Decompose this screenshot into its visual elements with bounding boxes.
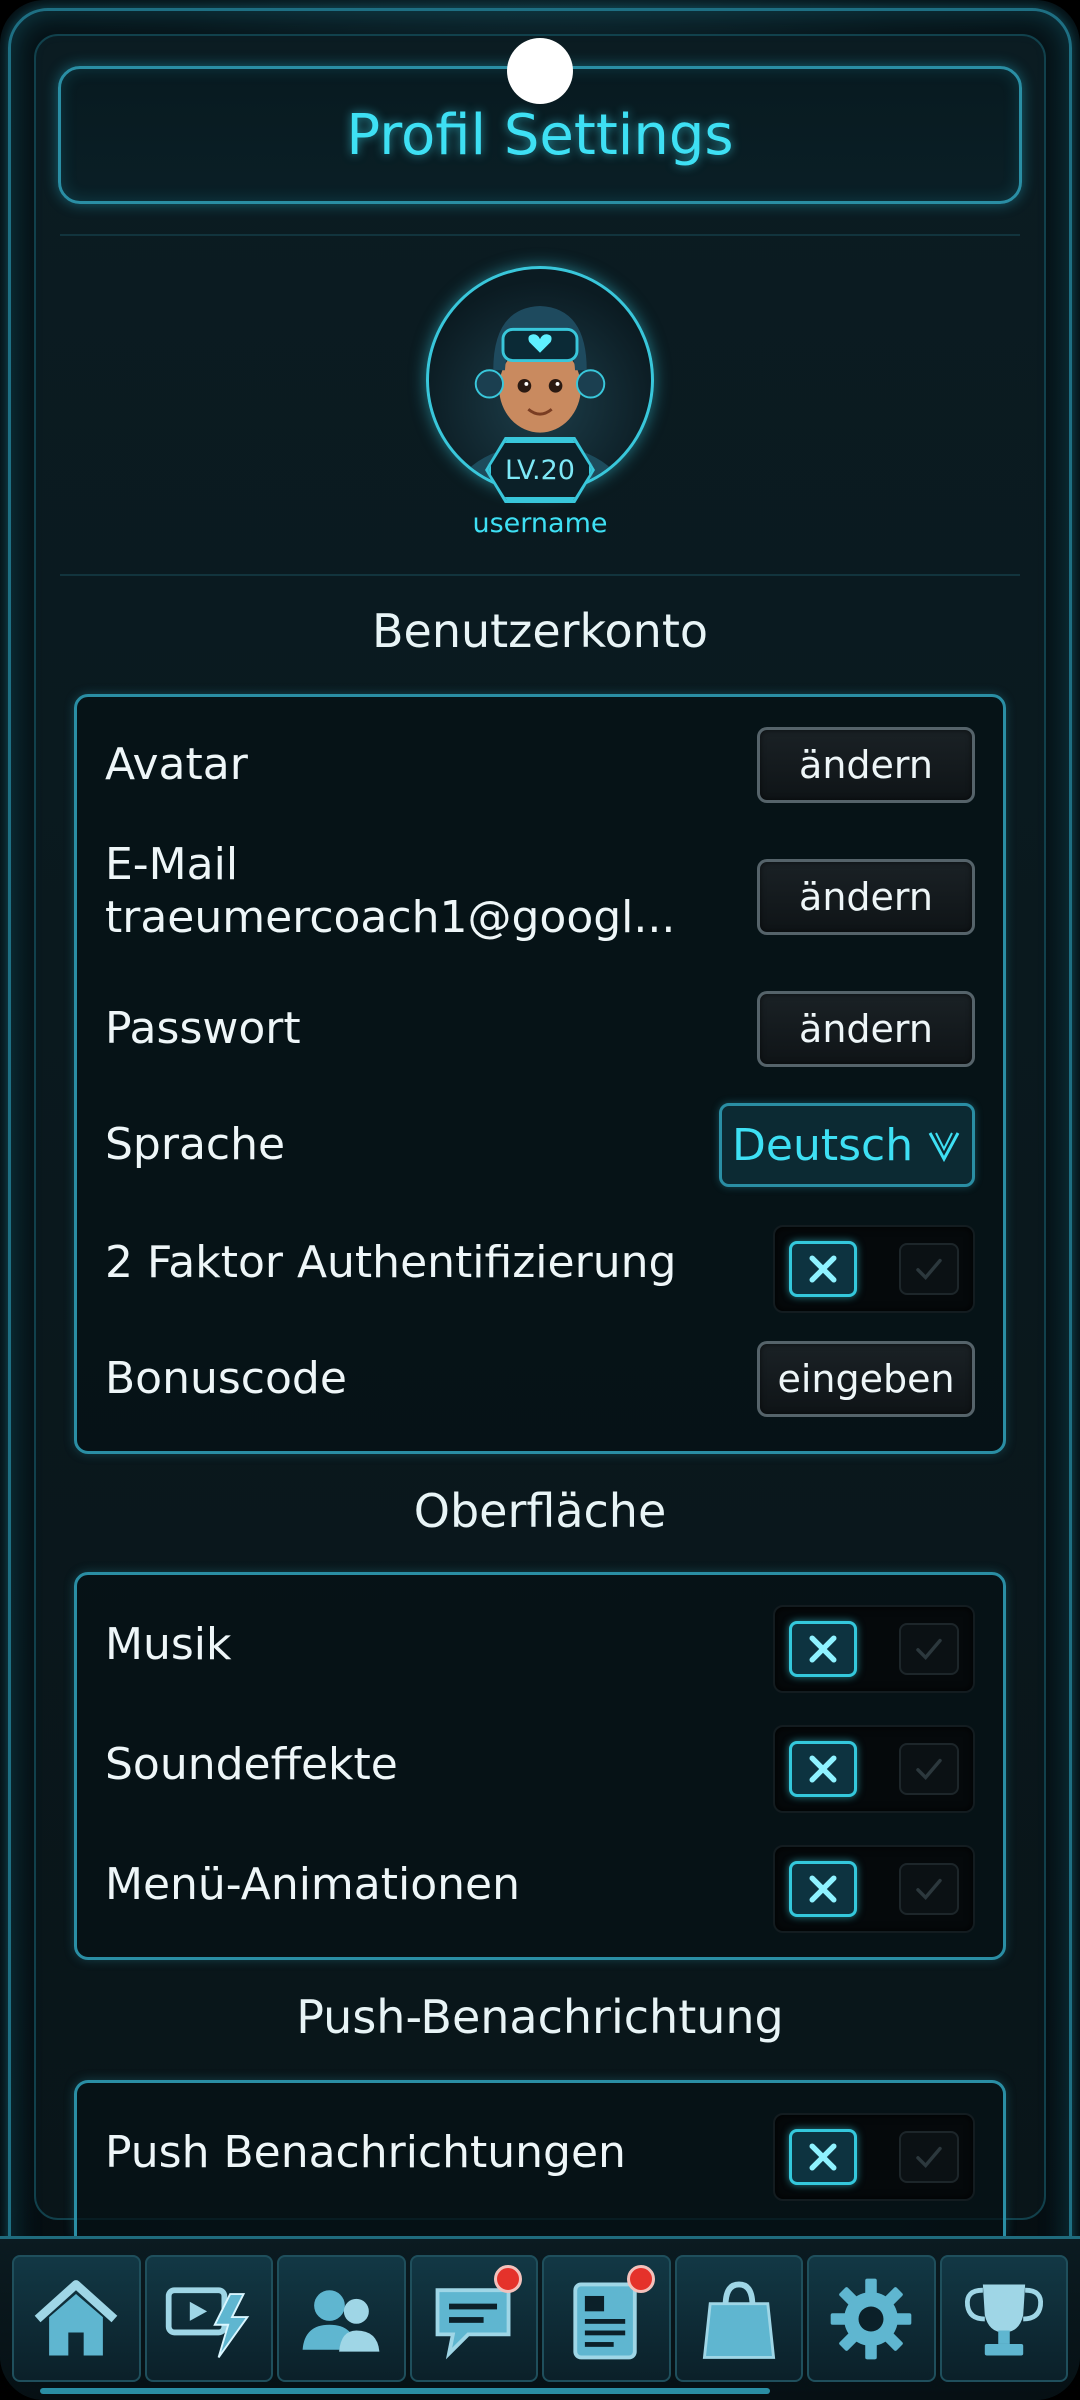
animations-toggle[interactable] xyxy=(773,1845,975,1933)
username: username xyxy=(472,508,608,539)
divider xyxy=(60,574,1020,576)
toggle-check-state xyxy=(899,1863,959,1915)
friends-icon xyxy=(302,2289,380,2352)
toggle-x-state xyxy=(789,1861,857,1917)
email-label: E-Mail traeumercoach1@googl... xyxy=(105,839,675,945)
app-frame: Profil Settings LV.20 username Benutzerk… xyxy=(0,0,1080,2400)
check-icon xyxy=(916,1878,942,1901)
scroll-indicator xyxy=(40,2388,770,2394)
sfx-toggle[interactable] xyxy=(773,1725,975,1813)
music-toggle[interactable] xyxy=(773,1605,975,1693)
interface-panel: Musik Soundeffekte Menü-Animationen xyxy=(74,1572,1006,1960)
toggle-check-state xyxy=(899,1243,959,1295)
avatar-label: Avatar xyxy=(105,739,248,790)
trophy-icon xyxy=(964,2283,1043,2355)
page-title: Profil Settings xyxy=(346,102,734,168)
check-icon xyxy=(916,1638,942,1661)
news-notification-badge xyxy=(626,2265,655,2293)
language-label: Sprache xyxy=(105,1119,286,1170)
two-factor-label: 2 Faktor Authentifizierung xyxy=(105,1237,677,1288)
two-factor-toggle[interactable] xyxy=(773,1225,975,1313)
close-icon xyxy=(809,1635,837,1663)
animations-label: Menü-Animationen xyxy=(105,1859,520,1910)
section-title-push: Push-Benachrichtung xyxy=(296,1990,784,2044)
tab-videos[interactable] xyxy=(144,2255,273,2382)
tab-trophy[interactable] xyxy=(939,2255,1068,2382)
close-icon xyxy=(809,1755,837,1783)
toggle-check-state xyxy=(899,2131,959,2183)
level-badge: LV.20 xyxy=(488,440,592,500)
enter-bonus-button[interactable]: eingeben xyxy=(757,1341,975,1417)
change-avatar-button[interactable]: ändern xyxy=(757,727,975,803)
toggle-check-state xyxy=(899,1743,959,1795)
music-label: Musik xyxy=(105,1619,232,1670)
account-panel: Avatar ändern E-Mail traeumercoach1@goog… xyxy=(74,694,1006,1454)
video-lightning-icon xyxy=(165,2286,250,2358)
tab-news[interactable] xyxy=(542,2255,671,2382)
section-title-account: Benutzerkonto xyxy=(371,604,709,658)
password-label: Passwort xyxy=(105,1003,301,1054)
tab-chat[interactable] xyxy=(409,2255,538,2382)
chat-notification-badge xyxy=(494,2265,522,2293)
chevron-down-icon xyxy=(928,1132,960,1163)
language-select[interactable]: Deutsch xyxy=(719,1103,975,1187)
close-icon xyxy=(809,2143,837,2171)
toggle-x-state xyxy=(789,2129,857,2185)
close-icon xyxy=(809,1875,837,1903)
email-value: traeumercoach1@googl... xyxy=(105,891,676,943)
settings-gear-icon xyxy=(830,2278,912,2359)
push-label: Push Benachrichtungen xyxy=(105,2127,626,2178)
check-icon xyxy=(916,2146,942,2169)
section-title-interface: Oberfläche xyxy=(413,1484,667,1538)
email-title: E-Mail xyxy=(105,839,239,890)
tab-shop[interactable] xyxy=(674,2255,803,2382)
divider xyxy=(60,234,1020,236)
close-icon xyxy=(809,1255,837,1283)
change-password-button[interactable]: ändern xyxy=(757,991,975,1067)
bottom-tab-bar xyxy=(0,2236,1080,2400)
bonus-label: Bonuscode xyxy=(105,1353,347,1404)
language-value: Deutsch xyxy=(732,1119,914,1171)
toggle-x-state xyxy=(789,1241,857,1297)
push-panel: Push Benachrichtungen xyxy=(74,2080,1006,2236)
toggle-x-state xyxy=(789,1621,857,1677)
check-icon xyxy=(916,1258,942,1281)
tab-home[interactable] xyxy=(12,2255,141,2382)
push-toggle[interactable] xyxy=(773,2113,975,2201)
tab-friends[interactable] xyxy=(277,2255,406,2382)
toggle-x-state xyxy=(789,1741,857,1797)
sfx-label: Soundeffekte xyxy=(105,1739,398,1790)
toggle-check-state xyxy=(899,1623,959,1675)
home-icon xyxy=(34,2279,118,2355)
profile-avatar[interactable]: LV.20 xyxy=(426,266,654,503)
change-email-button[interactable]: ändern xyxy=(757,859,975,935)
tab-settings[interactable] xyxy=(807,2255,936,2382)
camera-notch xyxy=(507,38,573,104)
check-icon xyxy=(916,1758,942,1781)
shop-bag-icon xyxy=(702,2281,775,2359)
